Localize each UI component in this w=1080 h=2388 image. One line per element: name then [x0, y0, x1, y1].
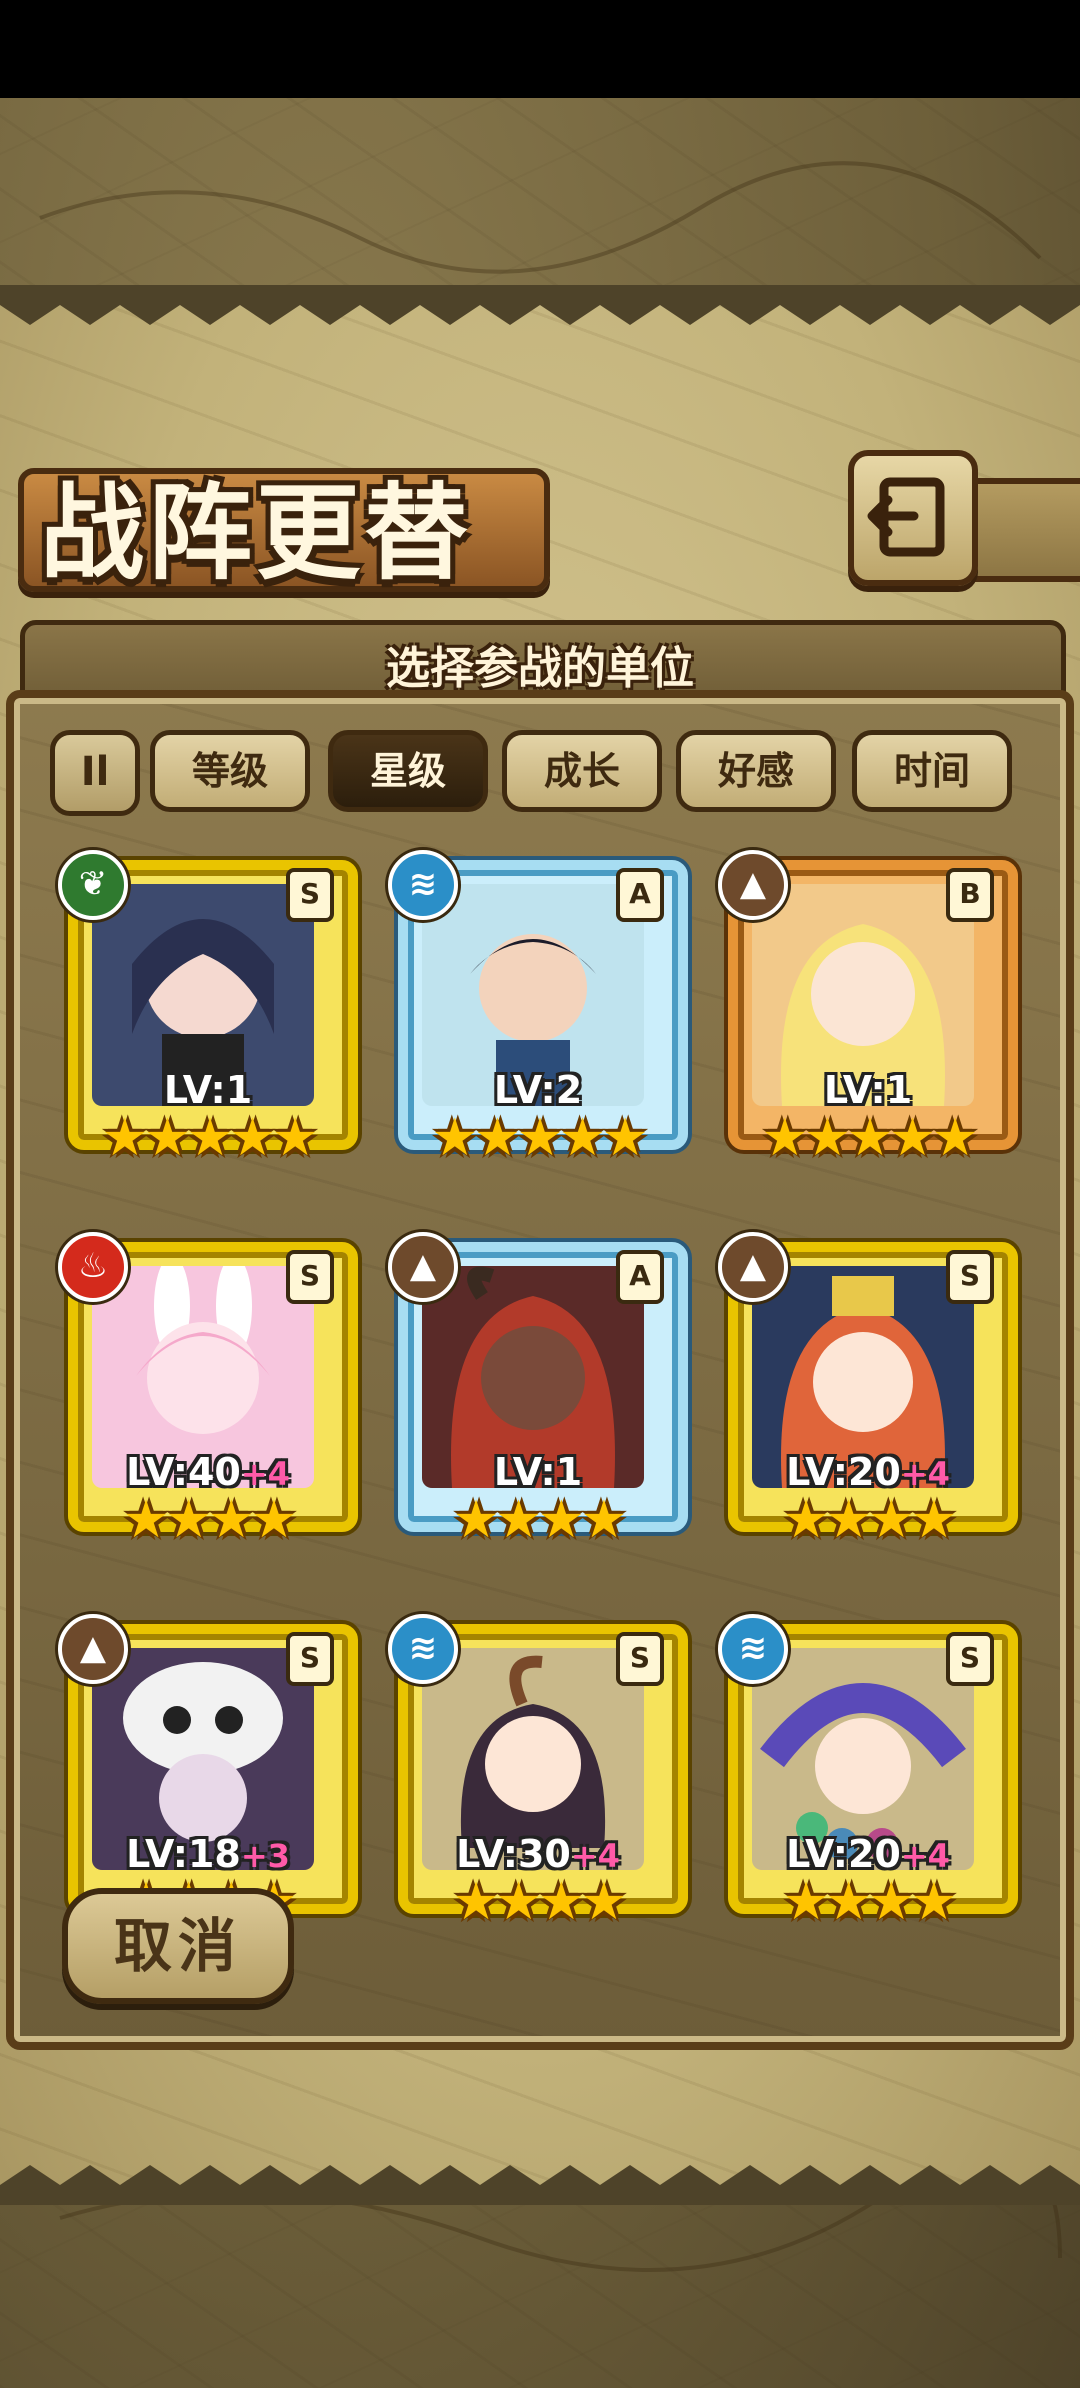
earth-icon: ▲	[718, 1232, 788, 1302]
return-arrow-icon	[867, 477, 945, 557]
tab-growth[interactable]: 成长	[502, 730, 662, 812]
unit-card[interactable]: ▲ B LV:1 ★★★★★	[718, 850, 1018, 1168]
earth-icon: ▲	[388, 1232, 458, 1302]
fire-icon: ♨	[58, 1232, 128, 1302]
water-icon: ≋	[388, 1614, 458, 1684]
unit-level: LV:1	[823, 1068, 913, 1112]
unit-card[interactable]: ≋ S LV:30+4 ★★★★	[388, 1614, 688, 1932]
sort-order-toggle[interactable]: Il	[50, 730, 140, 816]
earth-icon: ▲	[58, 1614, 128, 1684]
rank-badge: S	[286, 1250, 334, 1304]
unit-level: LV:20+4	[786, 1450, 950, 1494]
tab-level[interactable]: 等级	[150, 730, 310, 812]
parchment-edge-bottom	[0, 2165, 1080, 2205]
unit-level: LV:1	[493, 1450, 583, 1494]
tab-time[interactable]: 时间	[852, 730, 1012, 812]
rank-badge: A	[616, 868, 664, 922]
back-button[interactable]	[848, 450, 978, 586]
tab-affection[interactable]: 好感	[676, 730, 836, 812]
star-rating: ★★★★	[782, 1872, 957, 1932]
rank-badge: S	[616, 1632, 664, 1686]
unit-level: LV:2	[493, 1068, 583, 1112]
rank-badge: S	[946, 1632, 994, 1686]
cancel-button[interactable]: 取消	[62, 1888, 294, 2004]
water-icon: ≋	[388, 850, 458, 920]
star-rating: ★★★★★	[101, 1108, 318, 1168]
star-rating: ★★★★	[782, 1490, 957, 1550]
page-title: 战阵更替	[40, 471, 473, 594]
star-rating: ★★★★	[122, 1490, 297, 1550]
unit-card[interactable]: ▲ S LV:20+4 ★★★★	[718, 1232, 1018, 1550]
back-button-tail	[966, 478, 1080, 582]
rank-badge: S	[286, 868, 334, 922]
unit-card[interactable]: ≋ S LV:20+4 ★★★★	[718, 1614, 1018, 1932]
tab-stars[interactable]: 星级	[328, 730, 488, 812]
earth-icon: ▲	[718, 850, 788, 920]
star-rating: ★★★★★	[431, 1108, 648, 1168]
rank-badge: B	[946, 868, 994, 922]
unit-card[interactable]: ≋ A LV:2 ★★★★★	[388, 850, 688, 1168]
unit-level: LV:20+4	[786, 1832, 950, 1876]
parchment-edge-top	[0, 285, 1080, 325]
star-rating: ★★★★★	[761, 1108, 978, 1168]
unit-level: LV:1	[163, 1068, 253, 1112]
rank-badge: S	[286, 1632, 334, 1686]
rank-badge: S	[946, 1250, 994, 1304]
unit-card[interactable]: ♨ S LV:40+4 ★★★★	[58, 1232, 358, 1550]
wind-icon: ❦	[58, 850, 128, 920]
unit-level: LV:40+4	[126, 1450, 290, 1494]
subtitle: 选择参战的单位	[386, 643, 694, 694]
star-rating: ★★★★	[452, 1490, 627, 1550]
unit-card[interactable]: ▲ A LV:1 ★★★★	[388, 1232, 688, 1550]
star-rating: ★★★★	[452, 1872, 627, 1932]
rank-badge: A	[616, 1250, 664, 1304]
unit-level: LV:18+3	[126, 1832, 290, 1876]
unit-card[interactable]: ▲ S LV:18+3 ★★★★	[58, 1614, 358, 1932]
water-icon: ≋	[718, 1614, 788, 1684]
status-bar	[0, 0, 1080, 98]
unit-card[interactable]: ❦ S LV:1 ★★★★★	[58, 850, 358, 1168]
unit-level: LV:30+4	[456, 1832, 620, 1876]
